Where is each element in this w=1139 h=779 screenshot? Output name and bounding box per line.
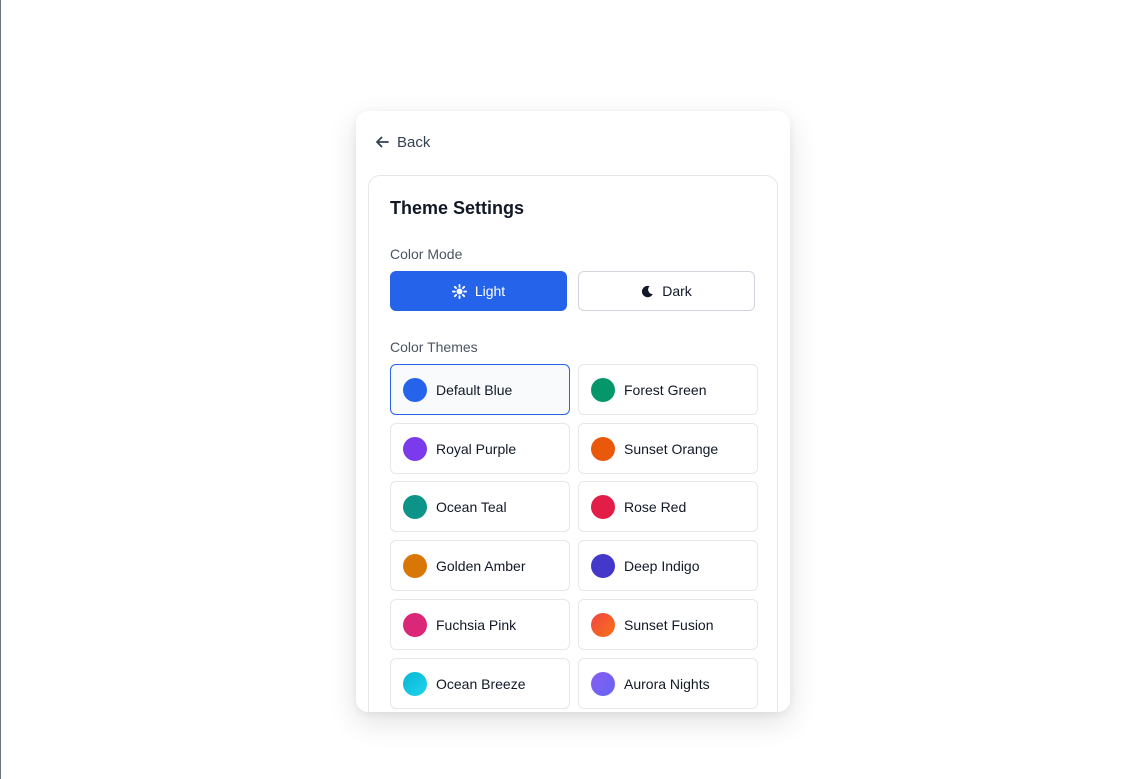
sun-icon (451, 283, 467, 299)
theme-option-aurora-nights[interactable]: Aurora Nights (578, 658, 758, 709)
back-button[interactable]: Back (375, 132, 430, 152)
theme-swatch (403, 612, 427, 637)
theme-option-ocean-breeze[interactable]: Ocean Breeze (390, 658, 570, 709)
arrow-left-icon (376, 136, 389, 148)
theme-swatch (591, 553, 615, 578)
light-mode-label: Light (474, 283, 506, 299)
color-mode-label: Color Mode (390, 246, 463, 262)
back-label: Back (397, 133, 431, 151)
theme-option-label: Forest Green (624, 381, 707, 398)
theme-option-label: Fuchsia Pink (436, 616, 517, 633)
theme-swatch (591, 377, 615, 402)
theme-option-label: Ocean Breeze (436, 675, 526, 692)
theme-option-label: Sunset Fusion (624, 616, 714, 633)
theme-swatch (403, 377, 427, 402)
theme-option-deep-indigo[interactable]: Deep Indigo (578, 540, 758, 591)
theme-option-golden-amber[interactable]: Golden Amber (390, 540, 570, 591)
theme-option-label: Rose Red (624, 498, 687, 515)
color-themes-label: Color Themes (390, 339, 478, 355)
theme-option-sunset-fusion[interactable]: Sunset Fusion (578, 599, 758, 650)
theme-option-forest-green[interactable]: Forest Green (578, 364, 758, 415)
theme-swatch (591, 612, 615, 637)
theme-swatch (591, 494, 615, 519)
theme-option-default-blue[interactable]: Default Blue (390, 364, 570, 415)
theme-option-rose-red[interactable]: Rose Red (578, 481, 758, 532)
theme-option-fuchsia-pink[interactable]: Fuchsia Pink (390, 599, 570, 650)
dark-mode-label: Dark (662, 283, 692, 299)
theme-option-label: Default Blue (436, 381, 513, 398)
theme-swatch (403, 494, 427, 519)
theme-option-label: Golden Amber (436, 557, 526, 574)
theme-option-label: Sunset Orange (624, 440, 719, 457)
settings-panel: Back Theme Settings Color Mode Light Dar… (356, 111, 790, 712)
theme-swatch (403, 671, 427, 696)
theme-option-label: Ocean Teal (436, 498, 507, 515)
theme-option-sunset-orange[interactable]: Sunset Orange (578, 423, 758, 474)
theme-swatch (403, 553, 427, 578)
theme-settings-card: Theme Settings Color Mode Light Dark Col… (368, 175, 778, 712)
theme-swatch (591, 436, 615, 461)
theme-option-label: Aurora Nights (624, 675, 710, 692)
theme-option-royal-purple[interactable]: Royal Purple (390, 423, 570, 474)
moon-icon (642, 285, 653, 297)
window-left-edge (0, 0, 1, 779)
theme-option-ocean-teal[interactable]: Ocean Teal (390, 481, 570, 532)
dark-mode-button[interactable]: Dark (578, 271, 755, 311)
theme-option-label: Royal Purple (436, 440, 517, 457)
page-title: Theme Settings (390, 198, 525, 218)
theme-swatch (403, 436, 427, 461)
light-mode-button[interactable]: Light (390, 271, 567, 311)
theme-option-label: Deep Indigo (624, 557, 700, 574)
theme-swatch (591, 671, 615, 696)
